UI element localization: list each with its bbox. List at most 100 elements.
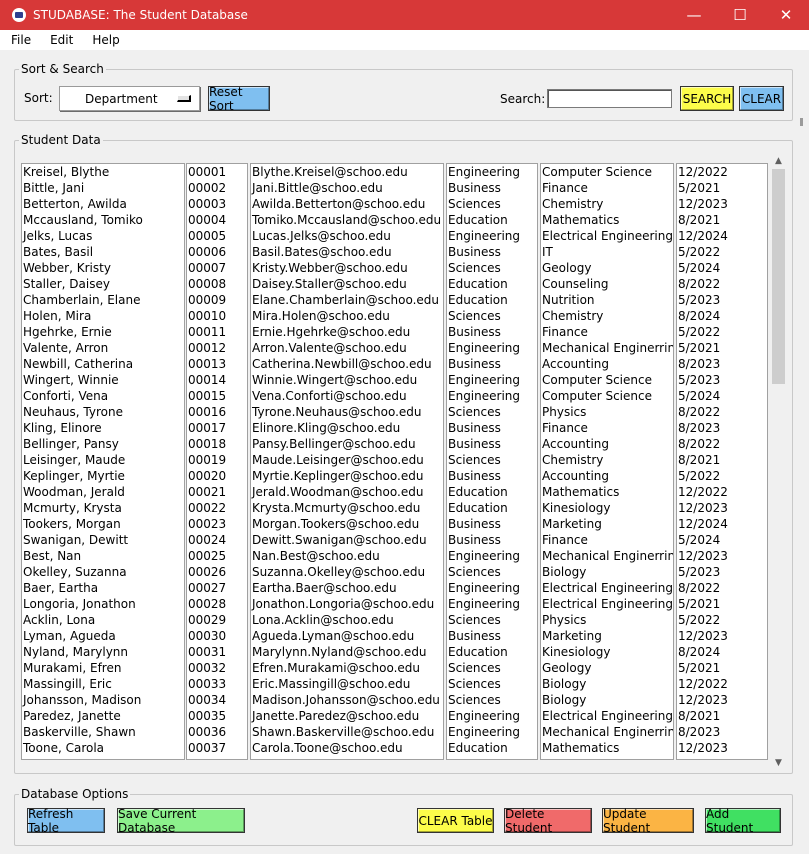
student-id[interactable]: 00009 (187, 292, 247, 308)
menu-edit[interactable]: Edit (39, 33, 81, 47)
student-email[interactable]: Daisey.Staller@schoo.edu (251, 276, 443, 292)
student-email[interactable]: Catherina.Newbill@schoo.edu (251, 356, 443, 372)
student-major[interactable]: Kinesiology (541, 644, 673, 660)
student-email[interactable]: Lona.Acklin@schoo.edu (251, 612, 443, 628)
student-email[interactable]: Agueda.Lyman@schoo.edu (251, 628, 443, 644)
student-email[interactable]: Dewitt.Swanigan@schoo.edu (251, 532, 443, 548)
student-name[interactable]: Conforti, Vena (22, 388, 184, 404)
student-graduation[interactable]: 8/2021 (677, 212, 767, 228)
student-graduation[interactable]: 12/2022 (677, 484, 767, 500)
student-major[interactable]: Mathematics (541, 740, 673, 756)
student-id[interactable]: 00029 (187, 612, 247, 628)
scroll-up-icon[interactable]: ▲ (770, 152, 787, 169)
student-major[interactable]: Finance (541, 420, 673, 436)
student-graduation[interactable]: 12/2024 (677, 228, 767, 244)
student-name[interactable]: Neuhaus, Tyrone (22, 404, 184, 420)
student-name[interactable]: Lyman, Agueda (22, 628, 184, 644)
student-email[interactable]: Winnie.Wingert@schoo.edu (251, 372, 443, 388)
student-id[interactable]: 00006 (187, 244, 247, 260)
student-name[interactable]: Bittle, Jani (22, 180, 184, 196)
student-email[interactable]: Krysta.Mcmurty@schoo.edu (251, 500, 443, 516)
student-major[interactable]: Mathematics (541, 484, 673, 500)
student-name[interactable]: Keplinger, Myrtie (22, 468, 184, 484)
student-major[interactable]: Mathematics (541, 212, 673, 228)
student-id[interactable]: 00023 (187, 516, 247, 532)
student-department[interactable]: Engineering (447, 708, 537, 724)
student-email[interactable]: Morgan.Tookers@schoo.edu (251, 516, 443, 532)
student-graduation[interactable]: 8/2024 (677, 308, 767, 324)
student-department[interactable]: Business (447, 180, 537, 196)
student-major[interactable]: Biology (541, 692, 673, 708)
student-name[interactable]: Best, Nan (22, 548, 184, 564)
student-email[interactable]: Jerald.Woodman@schoo.edu (251, 484, 443, 500)
student-graduation[interactable]: 5/2024 (677, 532, 767, 548)
student-id[interactable]: 00004 (187, 212, 247, 228)
menu-help[interactable]: Help (81, 33, 127, 47)
student-major[interactable]: Nutrition (541, 292, 673, 308)
student-name[interactable]: Kling, Elinore (22, 420, 184, 436)
student-name[interactable]: Longoria, Jonathon (22, 596, 184, 612)
student-major[interactable]: Electrical Engineering (541, 228, 673, 244)
student-id[interactable]: 00035 (187, 708, 247, 724)
student-department[interactable]: Engineering (447, 596, 537, 612)
student-name[interactable]: Murakami, Efren (22, 660, 184, 676)
student-id[interactable]: 00003 (187, 196, 247, 212)
student-data-scrollbar[interactable]: ▲ ▼ (770, 152, 787, 771)
student-major[interactable]: Physics (541, 612, 673, 628)
student-major[interactable]: Electrical Engineering (541, 596, 673, 612)
student-department[interactable]: Sciences (447, 564, 537, 580)
student-graduation[interactable]: 5/2024 (677, 388, 767, 404)
departments-list[interactable]: Engineering Business Sciences Education Engi… (446, 163, 538, 760)
student-major[interactable]: Computer Science (541, 164, 673, 180)
student-email[interactable]: Nan.Best@schoo.edu (251, 548, 443, 564)
student-email[interactable]: Jani.Bittle@schoo.edu (251, 180, 443, 196)
maximize-icon[interactable]: ☐ (717, 0, 763, 30)
student-graduation[interactable]: 12/2023 (677, 196, 767, 212)
student-id[interactable]: 00010 (187, 308, 247, 324)
graduation-list[interactable]: 12/2022 5/2021 12/2023 8/2021 12/2024 5/2022 5… (676, 163, 768, 760)
student-department[interactable]: Education (447, 276, 537, 292)
student-id[interactable]: 00032 (187, 660, 247, 676)
student-email[interactable]: Elinore.Kling@schoo.edu (251, 420, 443, 436)
student-major[interactable]: Chemistry (541, 452, 673, 468)
student-major[interactable]: Mechanical Enginerring (541, 548, 673, 564)
student-graduation[interactable]: 5/2021 (677, 596, 767, 612)
delete-student-button[interactable]: Delete Student (504, 807, 592, 835)
student-department[interactable]: Business (447, 324, 537, 340)
student-graduation[interactable]: 5/2022 (677, 324, 767, 340)
student-department[interactable]: Engineering (447, 340, 537, 356)
search-input[interactable] (547, 89, 672, 108)
student-name[interactable]: Newbill, Catherina (22, 356, 184, 372)
student-email[interactable]: Pansy.Bellinger@schoo.edu (251, 436, 443, 452)
student-name[interactable]: Mccausland, Tomiko (22, 212, 184, 228)
student-graduation[interactable]: 5/2021 (677, 660, 767, 676)
student-major[interactable]: Biology (541, 676, 673, 692)
student-id[interactable]: 00001 (187, 164, 247, 180)
student-email[interactable]: Lucas.Jelks@schoo.edu (251, 228, 443, 244)
student-email[interactable]: Vena.Conforti@schoo.edu (251, 388, 443, 404)
student-name[interactable]: Acklin, Lona (22, 612, 184, 628)
student-major[interactable]: Finance (541, 532, 673, 548)
student-department[interactable]: Sciences (447, 660, 537, 676)
student-department[interactable]: Engineering (447, 580, 537, 596)
student-id[interactable]: 00007 (187, 260, 247, 276)
student-graduation[interactable]: 8/2023 (677, 356, 767, 372)
add-student-button[interactable]: Add Student (705, 807, 781, 835)
student-id[interactable]: 00018 (187, 436, 247, 452)
close-icon[interactable]: ✕ (763, 0, 809, 30)
student-email[interactable]: Efren.Murakami@schoo.edu (251, 660, 443, 676)
student-name[interactable]: Toone, Carola (22, 740, 184, 756)
student-department[interactable]: Engineering (447, 388, 537, 404)
student-major[interactable]: Counseling (541, 276, 673, 292)
menu-file[interactable]: File (0, 33, 39, 47)
student-department[interactable]: Education (447, 644, 537, 660)
student-graduation[interactable]: 5/2021 (677, 340, 767, 356)
student-email[interactable]: Carola.Toone@schoo.edu (251, 740, 443, 756)
student-email[interactable]: Maude.Leisinger@schoo.edu (251, 452, 443, 468)
student-major[interactable]: Geology (541, 660, 673, 676)
student-id[interactable]: 00036 (187, 724, 247, 740)
student-department[interactable]: Sciences (447, 196, 537, 212)
student-name[interactable]: Mcmurty, Krysta (22, 500, 184, 516)
student-id[interactable]: 00015 (187, 388, 247, 404)
student-name[interactable]: Nyland, Marylynn (22, 644, 184, 660)
